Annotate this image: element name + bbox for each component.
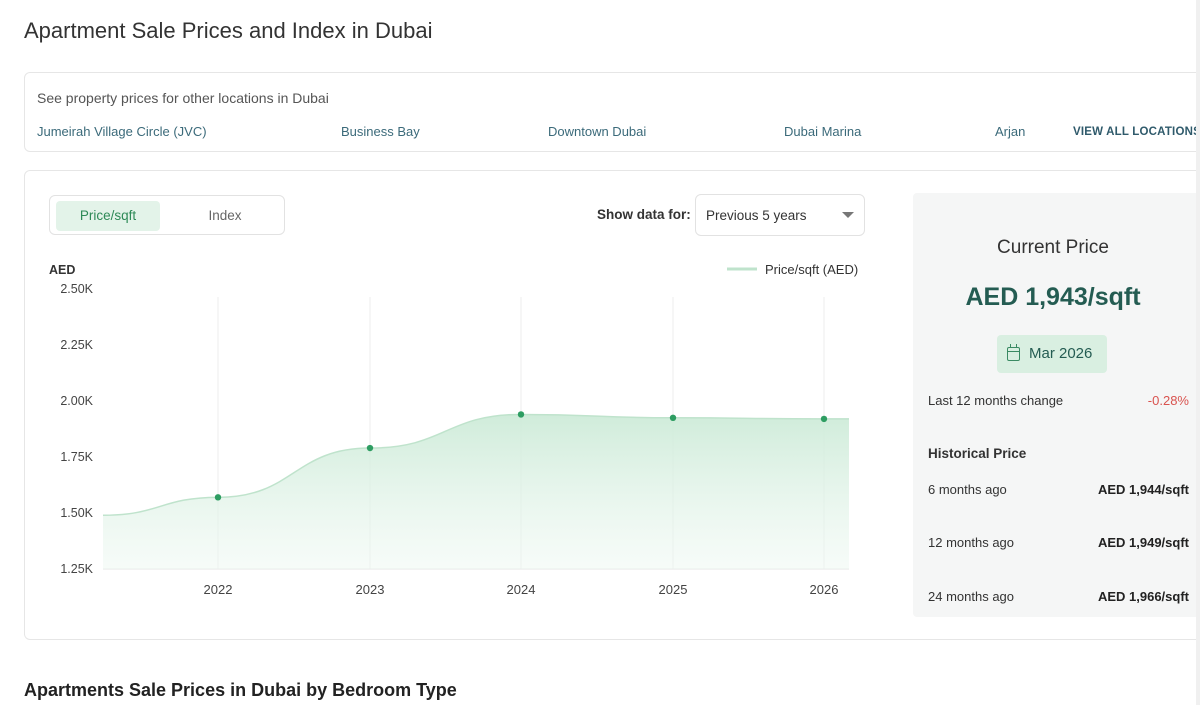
historical-row-value: AED 1,944/sqft — [1097, 482, 1189, 497]
change-label: Last 12 months change — [928, 393, 1064, 408]
x-tick-label: 2026 — [810, 582, 839, 597]
current-price-title: Current Price — [997, 237, 1109, 258]
x-tick-label: 2025 — [659, 582, 688, 597]
data-point[interactable] — [214, 494, 222, 501]
locations-hint: See property prices for other locations … — [37, 90, 329, 106]
metric-toggle: Price/sqft Index — [49, 195, 285, 235]
y-axis-label: AED — [49, 263, 75, 277]
location-link-jvc[interactable]: Jumeirah Village Circle (JVC) — [37, 124, 207, 139]
historical-row-label: 24 months ago — [928, 589, 1015, 604]
show-data-label: Show data for: — [597, 207, 691, 222]
current-price-panel: Current Price AED 1,943/sqft Mar 2026 La… — [913, 193, 1200, 617]
y-tick-label: 1.75K — [60, 450, 93, 464]
date-badge-text: Mar 2026 — [1029, 345, 1093, 362]
scrollbar-track[interactable] — [1196, 0, 1200, 705]
y-tick-label: 1.25K — [60, 562, 93, 576]
y-tick-label: 2.50K — [60, 282, 93, 296]
historical-price-title: Historical Price — [928, 446, 1027, 461]
page-title: Apartment Sale Prices and Index in Dubai — [24, 18, 433, 43]
toggle-price-sqft[interactable]: Price/sqft — [56, 201, 160, 231]
location-link-business-bay[interactable]: Business Bay — [341, 124, 420, 139]
y-tick-label: 2.25K — [60, 338, 93, 352]
calendar-icon — [1007, 344, 1020, 361]
current-price-value: AED 1,943/sqft — [965, 283, 1141, 311]
price-chart: 2.50K 2.25K 2.00K 1.75K 1.50K 1.25K 2022 2023 2… — [49, 262, 858, 597]
price-chart-card: Price/sqft Index Show data for: Previous… — [24, 170, 1200, 640]
chevron-down-icon — [842, 212, 854, 218]
historical-row-label: 12 months ago — [928, 535, 1015, 550]
view-all-locations-link[interactable]: VIEW ALL LOCATIONS — [1073, 126, 1200, 138]
period-select-value: Previous 5 years — [706, 208, 807, 223]
legend-label: Price/sqft (AED) — [765, 262, 858, 277]
y-tick-label: 1.50K — [60, 506, 93, 520]
data-point[interactable] — [366, 444, 374, 452]
x-tick-label: 2024 — [507, 582, 536, 597]
period-select[interactable]: Previous 5 years — [695, 194, 865, 236]
change-value: -0.28% — [1147, 393, 1189, 408]
historical-row-value: AED 1,949/sqft — [1097, 535, 1189, 550]
chart-legend: Price/sqft (AED) — [727, 262, 858, 277]
data-point[interactable] — [517, 411, 525, 418]
location-link-dubai-marina[interactable]: Dubai Marina — [784, 124, 861, 139]
toggle-index[interactable]: Index — [190, 201, 260, 231]
historical-row-label: 6 months ago — [928, 482, 1007, 497]
location-link-downtown-dubai[interactable]: Downtown Dubai — [548, 124, 646, 139]
x-tick-label: 2023 — [356, 582, 385, 597]
date-badge: Mar 2026 — [997, 335, 1107, 373]
section-title-bedroom-type: Apartments Sale Prices in Dubai by Bedro… — [24, 680, 457, 700]
data-point[interactable] — [669, 414, 677, 421]
location-link-arjan[interactable]: Arjan — [995, 124, 1025, 139]
locations-card: See property prices for other locations … — [24, 72, 1200, 152]
y-tick-label: 2.00K — [60, 394, 93, 408]
chart-area-fill — [103, 414, 849, 569]
data-point[interactable] — [820, 415, 828, 423]
x-tick-label: 2022 — [204, 582, 233, 597]
historical-row-value: AED 1,966/sqft — [1097, 589, 1189, 604]
